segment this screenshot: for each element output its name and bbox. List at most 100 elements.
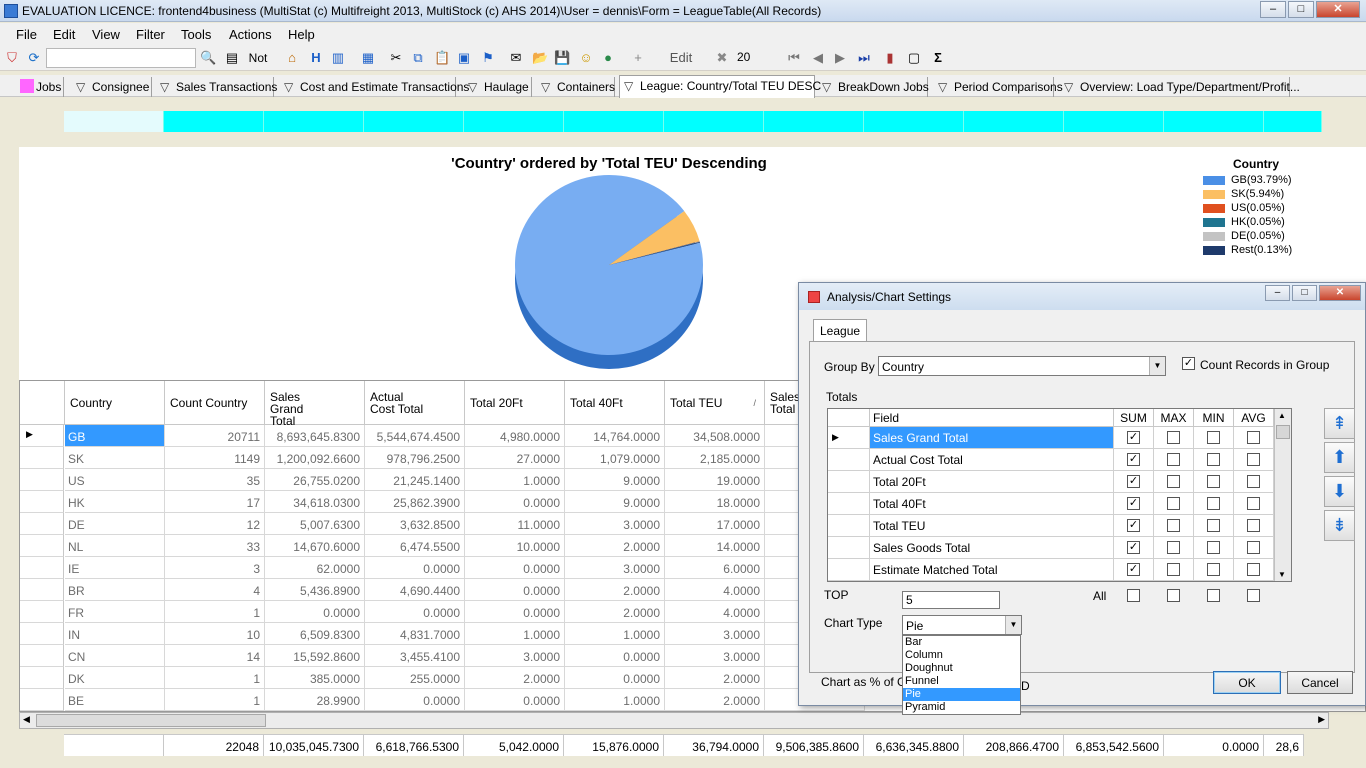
table-cell[interactable]: 14,670.6000 [265,535,365,557]
checkbox[interactable]: ✓ [1127,541,1140,554]
avg-checkbox-cell[interactable] [1234,559,1274,581]
close-button[interactable]: ✕ [1316,1,1360,18]
filter-cell[interactable] [664,111,764,132]
row-header[interactable]: ▶ [20,425,64,447]
move-down-button[interactable]: ⬇ [1324,476,1355,507]
min-checkbox-cell[interactable] [1194,471,1234,493]
totals-field-row[interactable]: Total 20Ft ✓ [828,471,1274,493]
min-checkbox-cell[interactable] [1194,449,1234,471]
avg-checkbox-cell[interactable] [1234,471,1274,493]
filter-cell[interactable] [1064,111,1164,132]
table-cell[interactable]: CN [65,645,165,667]
chart-option-pyramid[interactable]: Pyramid [903,701,1020,714]
row-header[interactable] [20,667,64,689]
sum-checkbox-cell[interactable]: ✓ [1114,471,1154,493]
min-checkbox-cell[interactable] [1194,559,1234,581]
table-cell[interactable]: 2,185.0000 [665,447,765,469]
min-checkbox-cell[interactable] [1194,493,1234,515]
table-cell[interactable]: 2.0000 [565,535,665,557]
avg-checkbox-cell[interactable] [1234,449,1274,471]
tab-cost-estimate[interactable]: ▽ Cost and Estimate Transactions [280,77,469,97]
filter-cell[interactable] [364,111,464,132]
table-cell[interactable]: 2.0000 [565,579,665,601]
checkbox[interactable] [1207,497,1220,510]
minimize-button[interactable]: – [1260,1,1286,18]
dialog-minimize-button[interactable]: – [1265,285,1290,301]
scroll-thumb[interactable] [36,714,266,727]
checkbox[interactable] [1247,541,1260,554]
row-header[interactable] [20,469,64,491]
checkbox[interactable]: ✓ [1127,497,1140,510]
sum-checkbox-cell[interactable]: ✓ [1114,515,1154,537]
row-header[interactable] [20,535,64,557]
table-cell[interactable]: 19.0000 [665,469,765,491]
menu-view[interactable]: View [92,27,120,42]
top-input[interactable]: 5 [902,591,1000,609]
max-checkbox-cell[interactable] [1154,493,1194,515]
table-cell[interactable]: 4.0000 [665,601,765,623]
scroll-left-icon[interactable]: ◀ [23,714,30,725]
not-button[interactable]: Not [246,50,270,66]
table-cell[interactable]: 1 [165,601,265,623]
table-cell[interactable]: 2.0000 [665,689,765,711]
move-bottom-button[interactable]: ⇟ [1324,510,1355,541]
row-header[interactable] [20,623,64,645]
sum-checkbox-cell[interactable]: ✓ [1114,559,1154,581]
sum-checkbox-cell[interactable]: ✓ [1114,537,1154,559]
table-cell[interactable]: IE [65,557,165,579]
table-cell[interactable]: 0.0000 [465,491,565,513]
col-header-actual-cost-total[interactable]: Actual Cost Total [365,381,465,425]
table-cell[interactable]: 978,796.2500 [365,447,465,469]
stamp-icon[interactable]: ⚑ [480,50,496,66]
table-cell[interactable]: 25,862.3900 [365,491,465,513]
totals-grid-scrollbar[interactable]: ▲ ▼ [1274,409,1291,581]
tab-consignee[interactable]: ▽ Consignee [72,77,152,97]
table-cell[interactable]: 4 [165,579,265,601]
table-cell[interactable]: 0.0000 [365,689,465,711]
min-checkbox-cell[interactable] [1194,427,1234,449]
checkbox[interactable] [1207,475,1220,488]
tab-haulage[interactable]: ▽ Haulage [464,77,532,97]
table-cell[interactable]: 4,831.7000 [365,623,465,645]
col-header-country[interactable]: Country [65,381,165,425]
table-cell[interactable]: 5,544,674.4500 [365,425,465,447]
checkbox[interactable] [1167,497,1180,510]
table-cell[interactable]: 1.0000 [565,623,665,645]
table-cell[interactable]: 11.0000 [465,513,565,535]
table-cell[interactable]: 3,455.4100 [365,645,465,667]
avg-checkbox-cell[interactable] [1234,537,1274,559]
table-cell[interactable]: 6,474.5500 [365,535,465,557]
totals-field-row[interactable]: Actual Cost Total ✓ [828,449,1274,471]
filter-cell[interactable] [1264,111,1322,132]
totals-field-row[interactable]: ▶ Sales Grand Total ✓ [828,427,1274,449]
max-checkbox-cell[interactable] [1154,427,1194,449]
checkbox[interactable] [1207,431,1220,444]
table-cell[interactable]: 0.0000 [465,601,565,623]
table-cell[interactable]: 0.0000 [565,645,665,667]
max-checkbox-cell[interactable] [1154,449,1194,471]
dialog-maximize-button[interactable]: □ [1292,285,1317,301]
table-cell[interactable]: 0.0000 [265,601,365,623]
checkbox[interactable] [1167,453,1180,466]
checkbox[interactable] [1247,431,1260,444]
table-cell[interactable]: 1.0000 [465,623,565,645]
checkbox[interactable] [1247,453,1260,466]
totals-field-row[interactable]: Estimate Matched Total ✓ [828,559,1274,581]
table-cell[interactable]: 3.0000 [665,623,765,645]
filter-cell[interactable] [964,111,1064,132]
table-cell[interactable]: 21,245.1400 [365,469,465,491]
group-by-select[interactable]: Country ▼ [878,356,1166,376]
sum-checkbox-cell[interactable]: ✓ [1114,449,1154,471]
table-cell[interactable]: 255.0000 [365,667,465,689]
chart-option-doughnut[interactable]: Doughnut [903,662,1020,675]
move-top-button[interactable]: ⇞ [1324,408,1355,439]
table-cell[interactable]: 6.0000 [665,557,765,579]
filter-cell[interactable] [164,111,264,132]
clear-filter-icon[interactable]: ⛉ [4,50,20,66]
min-checkbox-cell[interactable] [1194,515,1234,537]
prev-record-icon[interactable]: ◀ [810,50,826,66]
row-header[interactable] [20,689,64,711]
col-header-count-country[interactable]: Count Country [165,381,265,425]
table-cell[interactable]: 5,436.8900 [265,579,365,601]
h-button[interactable]: H [308,50,324,66]
